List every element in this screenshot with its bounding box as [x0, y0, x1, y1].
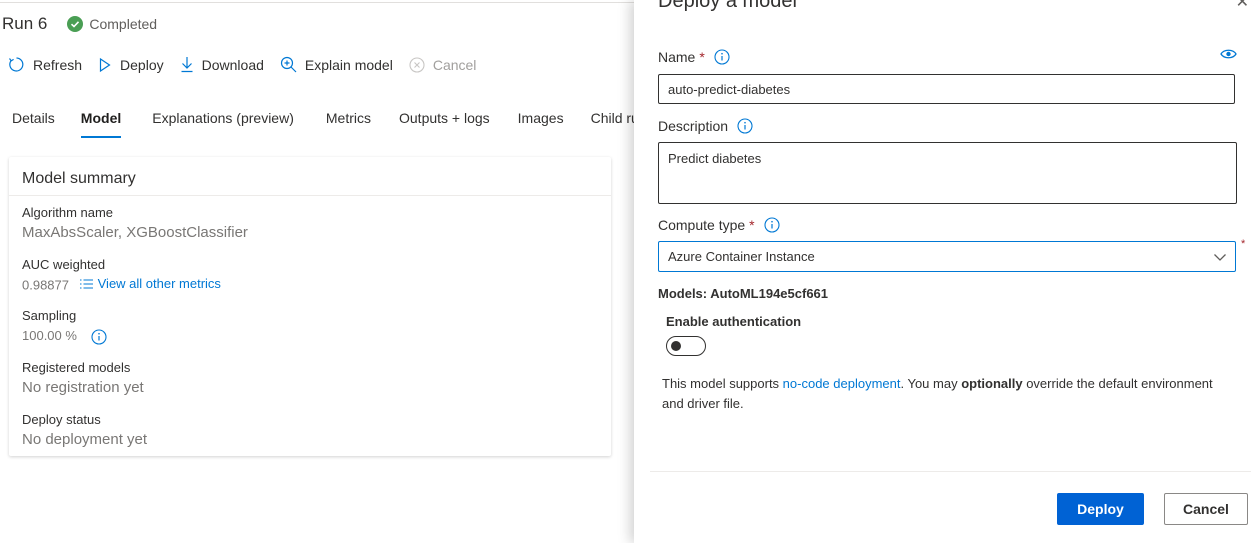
explain-model-label: Explain model — [304, 56, 393, 73]
description-label: Description — [658, 118, 729, 134]
panel-title: Deploy a model — [658, 0, 797, 12]
description-input[interactable]: Predict diabetes — [658, 142, 1237, 204]
enable-auth-label: Enable authentication — [666, 314, 802, 329]
info-icon[interactable] — [714, 49, 730, 65]
name-label-row: Name * — [658, 49, 730, 65]
cancel-circle-icon — [409, 56, 425, 73]
close-icon[interactable]: ✕ — [1236, 0, 1249, 12]
cancel-run-label: Cancel — [432, 56, 477, 73]
deploy-status-value: No deployment yet — [22, 431, 148, 448]
required-marker: * — [699, 49, 705, 65]
compute-label-row: Compute type * — [658, 217, 780, 233]
deploy-toolbar-label: Deploy — [120, 56, 164, 73]
deploy-toolbar-button[interactable]: Deploy — [98, 57, 164, 73]
tab-metrics[interactable]: Metrics — [326, 110, 371, 126]
name-label: Name — [658, 49, 696, 65]
status-badge: Completed — [67, 16, 157, 32]
download-label: Download — [201, 56, 264, 73]
tab-explanations[interactable]: Explanations (preview) — [152, 110, 294, 126]
footer-divider — [650, 471, 1251, 472]
card-title: Model summary — [22, 170, 136, 187]
models-text: Models: AutoML194e5cf661 — [658, 286, 829, 301]
deploy-button[interactable]: Deploy — [1057, 493, 1144, 525]
enable-auth-toggle[interactable] — [666, 336, 706, 356]
algorithm-value: MaxAbsScaler, XGBoostClassifier — [22, 224, 248, 241]
info-icon[interactable] — [764, 217, 780, 233]
auc-row: 0.98877 View all other metrics — [22, 276, 221, 293]
registered-label: Registered models — [22, 360, 131, 375]
tab-outputs-logs[interactable]: Outputs + logs — [399, 110, 490, 126]
deploy-panel: Deploy a model ✕ Name * Description Pred… — [634, 0, 1251, 543]
auc-value: 0.98877 — [22, 277, 69, 293]
card-divider — [9, 195, 611, 196]
cancel-run-button[interactable]: Cancel — [409, 56, 477, 73]
info-icon[interactable] — [91, 329, 107, 345]
description-label-row: Description — [658, 118, 753, 134]
chevron-down-icon — [1214, 254, 1226, 261]
deployment-note: This model supports no-code deployment. … — [662, 374, 1222, 414]
compute-label: Compute type — [658, 217, 746, 233]
zoom-in-icon — [280, 56, 297, 73]
no-code-deployment-link[interactable]: no-code deployment — [783, 376, 901, 391]
check-circle-icon — [67, 16, 84, 32]
auc-label: AUC weighted — [22, 257, 106, 272]
tab-child-runs[interactable]: Child ru — [591, 110, 639, 126]
download-button[interactable]: Download — [180, 56, 264, 73]
refresh-label: Refresh — [33, 56, 83, 73]
top-divider — [0, 2, 634, 3]
note-text: . You may — [900, 376, 962, 391]
sampling-label: Sampling — [22, 308, 77, 323]
compute-type-value: Azure Container Instance — [668, 249, 815, 264]
sampling-value: 100.00 % — [22, 328, 77, 343]
tab-model[interactable]: Model — [80, 110, 122, 138]
tab-details[interactable]: Details — [12, 110, 55, 126]
run-header: Run 6 Completed — [2, 14, 157, 34]
tab-images[interactable]: Images — [518, 110, 564, 126]
required-marker: * — [749, 217, 755, 233]
list-icon — [79, 278, 93, 289]
play-icon — [99, 57, 111, 72]
view-metrics-link[interactable]: View all other metrics — [79, 276, 221, 291]
run-page: Run 6 Completed Refresh Deploy Download … — [0, 0, 639, 543]
info-icon[interactable] — [737, 118, 753, 134]
note-text: This model supports — [662, 376, 783, 391]
refresh-icon — [9, 57, 24, 72]
deploy-status-label: Deploy status — [22, 412, 101, 427]
sampling-row: 100.00 % — [22, 328, 107, 345]
run-title: Run 6 — [2, 14, 48, 33]
tab-bar: Details Model Explanations (preview) Met… — [12, 110, 639, 138]
eye-icon[interactable] — [1220, 48, 1237, 60]
required-marker: * — [1241, 238, 1246, 250]
toolbar: Refresh Deploy Download Explain model Ca… — [8, 56, 492, 73]
explain-model-button[interactable]: Explain model — [280, 56, 393, 73]
refresh-button[interactable]: Refresh — [8, 56, 82, 73]
note-emphasis: optionally — [961, 376, 1023, 391]
algorithm-label: Algorithm name — [22, 205, 114, 220]
download-icon — [181, 57, 193, 73]
status-text: Completed — [89, 16, 158, 32]
registered-value: No registration yet — [22, 379, 144, 396]
cancel-button[interactable]: Cancel — [1164, 493, 1248, 525]
toggle-knob — [671, 341, 681, 351]
name-input[interactable] — [658, 74, 1235, 104]
view-metrics-text: View all other metrics — [97, 276, 221, 291]
compute-type-dropdown[interactable]: Azure Container Instance — [658, 241, 1236, 272]
model-summary-card: Model summary Algorithm name MaxAbsScale… — [9, 157, 611, 456]
